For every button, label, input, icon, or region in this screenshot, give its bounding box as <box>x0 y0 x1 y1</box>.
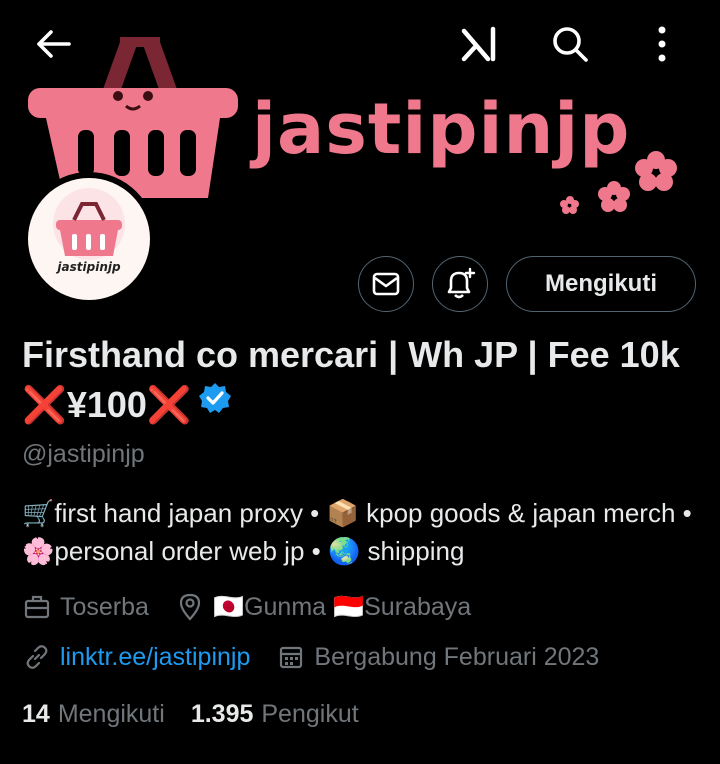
more-options-button[interactable] <box>640 20 684 68</box>
profile-join-date: Bergabung Februari 2023 <box>314 642 600 671</box>
profile-stats: 14 Mengikuti 1.395 Pengikut <box>22 700 359 729</box>
avatar-image: jastipinjp <box>28 178 150 300</box>
avatar-label: jastipinjp <box>57 260 121 274</box>
profile-name-text: Firsthand co mercari | Wh JP | Fee 10k ❌… <box>22 334 680 425</box>
sakura-flowers <box>560 151 677 214</box>
following-button[interactable]: Mengikuti <box>506 256 696 312</box>
profile-name: Firsthand co mercari | Wh JP | Fee 10k ❌… <box>22 330 702 432</box>
profile-location: 🇯🇵Gunma 🇮🇩Surabaya <box>212 592 472 621</box>
avatar[interactable]: jastipinjp <box>22 172 156 306</box>
bell-plus-icon <box>447 267 476 299</box>
following-count: 14 <box>22 700 50 728</box>
more-vertical-icon <box>658 26 666 62</box>
location-pin-icon <box>175 592 205 622</box>
followers-stat[interactable]: 1.395 Pengikut <box>191 700 359 729</box>
link-icon <box>22 642 52 672</box>
message-button[interactable] <box>358 256 414 312</box>
search-icon <box>553 27 588 62</box>
back-button[interactable] <box>28 22 78 66</box>
profile-category[interactable]: Toserba <box>60 593 149 622</box>
briefcase-icon <box>22 592 52 622</box>
following-label: Mengikuti <box>57 700 165 728</box>
followers-label: Pengikut <box>261 700 359 728</box>
profile-bio: 🛒first hand japan proxy • 📦 kpop goods &… <box>22 498 692 566</box>
profile-handle: @jastipinjp <box>22 440 145 468</box>
avatar-basket-logo <box>53 188 125 260</box>
search-button[interactable] <box>544 20 596 68</box>
following-stat[interactable]: 14 Mengikuti <box>22 700 165 729</box>
mail-icon <box>372 272 400 296</box>
notification-button[interactable] <box>432 256 488 312</box>
profile-meta-row-1: Toserba 🇯🇵Gunma 🇮🇩Surabaya <box>22 592 471 622</box>
followers-count: 1.395 <box>190 700 254 728</box>
verified-check-icon <box>198 383 231 414</box>
calendar-icon <box>276 642 306 672</box>
profile-website-link[interactable]: linktr.ee/jastipinjp <box>60 643 250 672</box>
grok-button[interactable] <box>452 22 506 66</box>
profile-meta-row-2: linktr.ee/jastipinjp Bergabung Februari … <box>22 642 599 672</box>
grok-icon <box>461 26 496 62</box>
verified-badge[interactable] <box>198 378 232 428</box>
arrow-left-icon <box>37 30 71 58</box>
